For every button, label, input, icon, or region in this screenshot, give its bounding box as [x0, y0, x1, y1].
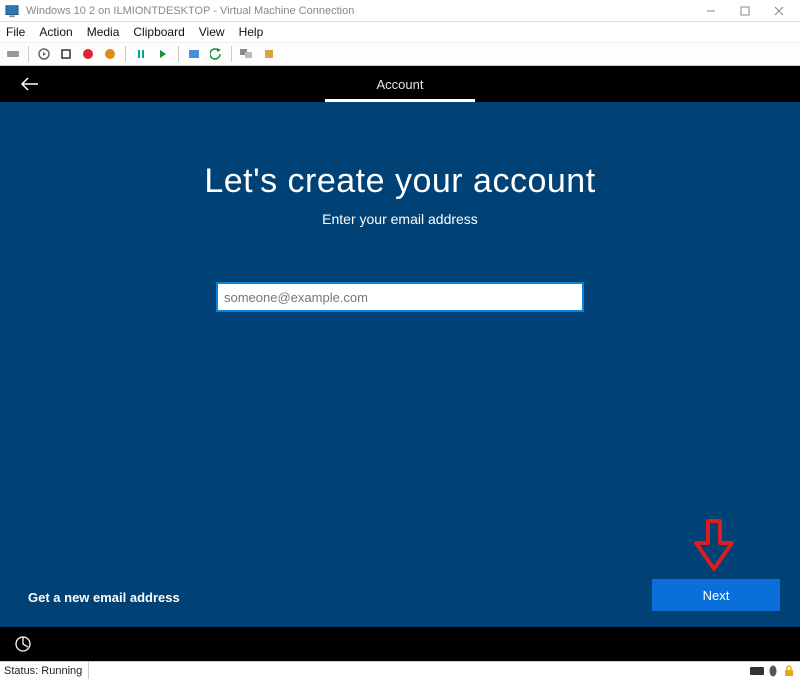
minimize-button[interactable] [694, 0, 728, 22]
ease-of-access-icon[interactable] [12, 633, 34, 655]
maximize-button[interactable] [728, 0, 762, 22]
oobe-tab-label: Account [377, 77, 424, 92]
vm-display: Account Let's create your account Enter … [0, 66, 800, 661]
start-icon[interactable] [35, 45, 53, 63]
revert-icon[interactable] [207, 45, 225, 63]
oobe-body: Let's create your account Enter your ema… [0, 102, 800, 627]
email-field[interactable] [216, 282, 584, 312]
status-icons [750, 664, 796, 678]
next-button-label: Next [703, 588, 730, 603]
close-button[interactable] [762, 0, 796, 22]
enhanced-session-icon[interactable] [238, 45, 256, 63]
host-window-titlebar: Windows 10 2 on ILMIONTDESKTOP - Virtual… [0, 0, 800, 22]
window-controls [694, 0, 796, 22]
checkpoint-icon[interactable] [185, 45, 203, 63]
page-title: Let's create your account [0, 162, 800, 201]
menu-view[interactable]: View [199, 25, 225, 39]
vm-app-icon [4, 3, 20, 19]
ctrl-alt-del-icon[interactable] [4, 45, 22, 63]
lock-icon [782, 664, 796, 678]
toolbar-separator [178, 46, 179, 62]
menu-clipboard[interactable]: Clipboard [133, 25, 184, 39]
menu-media[interactable]: Media [87, 25, 120, 39]
oobe-footer [0, 627, 800, 661]
pause-icon[interactable] [132, 45, 150, 63]
menu-file[interactable]: File [6, 25, 25, 39]
status-text: Status: Running [4, 662, 89, 679]
annotation-arrow-icon [692, 519, 736, 571]
shutdown-icon[interactable] [79, 45, 97, 63]
reset-icon[interactable] [154, 45, 172, 63]
host-statusbar: Status: Running [0, 661, 800, 679]
menu-action[interactable]: Action [39, 25, 72, 39]
oobe-header: Account [0, 66, 800, 102]
get-new-email-link[interactable]: Get a new email address [28, 590, 180, 605]
host-menubar: File Action Media Clipboard View Help [0, 22, 800, 42]
keyboard-icon [750, 664, 764, 678]
turnoff-icon[interactable] [57, 45, 75, 63]
toolbar-separator [125, 46, 126, 62]
menu-help[interactable]: Help [239, 25, 264, 39]
share-icon[interactable] [260, 45, 278, 63]
toolbar-separator [231, 46, 232, 62]
toolbar-separator [28, 46, 29, 62]
host-toolbar [0, 42, 800, 66]
next-button[interactable]: Next [652, 579, 780, 611]
save-icon[interactable] [101, 45, 119, 63]
page-subtitle: Enter your email address [0, 211, 800, 227]
back-button[interactable] [18, 72, 42, 96]
window-title: Windows 10 2 on ILMIONTDESKTOP - Virtual… [26, 5, 694, 17]
oobe-tab-account[interactable]: Account [325, 66, 475, 102]
mouse-icon [766, 664, 780, 678]
